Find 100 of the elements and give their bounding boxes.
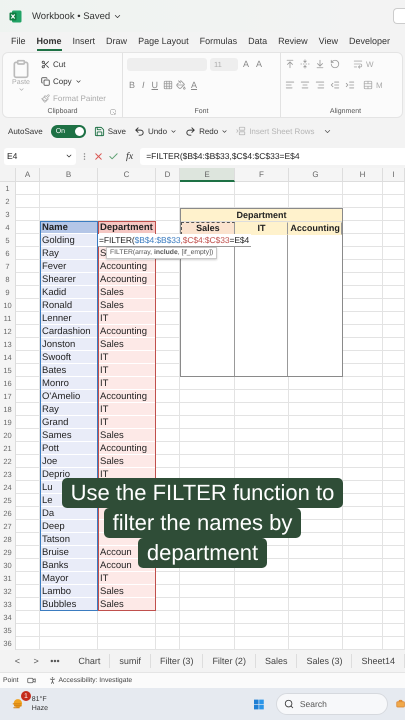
font-color-button[interactable]: A <box>189 78 200 92</box>
table-cell: Sales <box>98 286 156 299</box>
autosave-label: AutoSave <box>8 126 43 136</box>
table-cell: Lambo <box>40 585 98 598</box>
undo-button[interactable]: Undo <box>134 126 178 136</box>
save-button[interactable]: Save <box>94 126 126 136</box>
table-cell: Golding <box>40 234 98 247</box>
chevron-down-icon[interactable] <box>74 78 82 84</box>
table-cell: Banks <box>40 559 98 572</box>
menu-tab[interactable]: Developer <box>349 33 390 51</box>
sheet-tab[interactable]: Sales <box>256 654 298 668</box>
menu-tab[interactable]: Insert <box>72 33 96 51</box>
table-cell: Sames <box>40 429 98 442</box>
column-header[interactable]: C <box>98 168 156 182</box>
table-cell: Sales <box>98 338 156 351</box>
table-cell: Deep <box>40 520 98 533</box>
column-header[interactable]: E <box>180 168 235 182</box>
chevron-down-icon[interactable] <box>170 128 178 134</box>
table-cell: Shearer <box>40 273 98 286</box>
increase-indent-icon[interactable] <box>345 80 355 90</box>
copy-button[interactable]: Copy <box>41 74 106 88</box>
menu-tab[interactable]: Page Layout <box>138 33 189 51</box>
cut-button[interactable]: Cut <box>41 57 106 71</box>
table-cell: IT <box>98 351 156 364</box>
sheet-tab[interactable]: Filter (3) <box>150 654 204 668</box>
nav-button[interactable]: < <box>8 656 27 666</box>
chevron-down-icon[interactable] <box>221 128 228 134</box>
column-header[interactable]: F <box>235 168 289 182</box>
table-cell: Ray <box>40 247 98 260</box>
underline-button[interactable]: U <box>150 78 160 92</box>
column-header[interactable]: B <box>40 168 98 182</box>
wrap-text-icon <box>353 59 363 69</box>
save-icon <box>94 126 105 136</box>
table-cell: Accounting <box>98 325 156 338</box>
menu-tab[interactable]: File <box>11 33 26 51</box>
clipboard-icon <box>11 59 31 79</box>
search-icon <box>284 699 294 709</box>
table-cell: Jonston <box>40 338 98 351</box>
insert-function-button[interactable]: fx <box>123 150 136 162</box>
sheet-tab[interactable]: Filter (2) <box>203 654 256 668</box>
table-cell: Ronald <box>40 299 98 312</box>
table-cell: IT <box>98 312 156 325</box>
app-logo-icon <box>9 10 22 22</box>
menu-tab[interactable]: Data <box>248 33 268 51</box>
table-cell: Lenner <box>40 312 98 325</box>
table-header-cell[interactable]: IT <box>234 222 288 235</box>
column-header[interactable]: A <box>16 168 40 182</box>
toggle-knob <box>74 126 84 136</box>
cell-editor[interactable]: =FILTER($B$4:$B$33,$C$4:$C$33=E$4 <box>98 234 252 247</box>
table-header-cell[interactable]: Sales <box>181 222 235 235</box>
align-center-icon[interactable] <box>300 80 310 90</box>
sheet-tab[interactable]: Sales (3) <box>297 654 352 668</box>
table-cell: Accounting <box>98 260 156 273</box>
align-right-icon[interactable] <box>315 80 325 90</box>
search-field[interactable] <box>393 8 405 24</box>
search-field[interactable]: Search <box>276 693 388 715</box>
table-cell: Sales <box>98 585 156 598</box>
fill-color-icon[interactable] <box>176 80 186 90</box>
cancel-icon[interactable] <box>93 150 104 162</box>
menu-tab[interactable]: View <box>318 33 338 51</box>
grow-font-button[interactable]: A <box>241 57 252 71</box>
enter-icon[interactable] <box>108 150 119 162</box>
chevron-down-icon[interactable] <box>65 152 73 160</box>
nav-button[interactable]: ••• <box>46 656 64 666</box>
nav-button[interactable]: > <box>26 656 46 666</box>
start-icon[interactable] <box>254 696 264 712</box>
name-box[interactable]: E4 <box>4 148 76 164</box>
column-header[interactable]: I <box>383 168 405 182</box>
menu-tab[interactable]: Draw <box>106 33 128 51</box>
sheet-tab[interactable]: Chart <box>69 654 110 668</box>
menu-tab[interactable]: Review <box>278 33 308 51</box>
table-header-cell[interactable]: Accounting <box>288 222 342 235</box>
macro-recording-icon[interactable] <box>26 676 36 685</box>
redo-button[interactable]: Redo <box>185 126 228 136</box>
borders-icon[interactable] <box>163 80 174 90</box>
decrease-indent-icon[interactable] <box>330 80 340 90</box>
sheet-tab[interactable]: Sheet14 <box>352 654 405 668</box>
copy-icon <box>41 76 50 86</box>
column-header[interactable]: G <box>289 168 343 182</box>
column-header[interactable]: H <box>343 168 383 182</box>
table-cell: Fever <box>40 260 98 273</box>
undo-icon <box>134 126 145 136</box>
accessibility-icon[interactable] <box>48 676 56 685</box>
align-left-icon[interactable] <box>285 80 295 90</box>
italic-button[interactable]: I <box>140 78 147 92</box>
align-top-icon[interactable] <box>285 59 295 69</box>
menu-tab[interactable]: Formulas <box>200 33 238 51</box>
align-bottom-icon[interactable] <box>315 59 325 69</box>
column-header[interactable]: D <box>156 168 180 182</box>
table-cell: Bruise <box>40 546 98 559</box>
redo-icon <box>185 126 196 136</box>
sheet-tab[interactable]: sumif <box>110 654 151 668</box>
formula-field[interactable]: =FILTER($B$4:$B$33,$C$4:$C$33=E$4 <box>140 148 405 164</box>
table-cell: O'Amelio <box>40 390 98 403</box>
insert-rows-icon <box>236 126 246 136</box>
dialog-launcher-icon[interactable] <box>110 108 116 114</box>
orientation-icon[interactable] <box>330 59 340 69</box>
shrink-font-button[interactable]: A <box>254 57 264 71</box>
workbook-title[interactable]: Workbook • Saved <box>32 10 122 22</box>
bold-button[interactable]: B <box>127 78 138 92</box>
